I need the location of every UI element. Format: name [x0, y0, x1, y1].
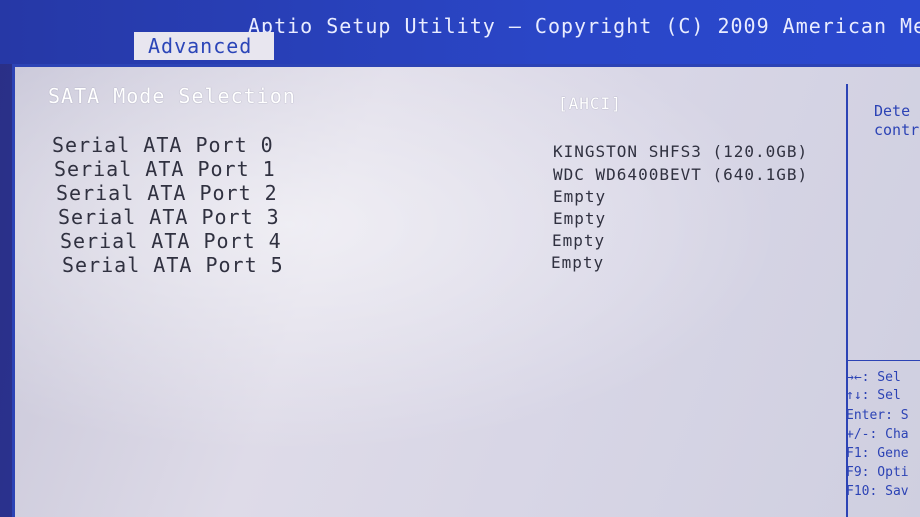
help-description-line-2: contr: [874, 121, 920, 139]
key-hint-enter: Enter: S: [846, 408, 909, 423]
port-4-label: Serial ATA Port 4: [60, 229, 282, 253]
port-5-value: Empty: [551, 253, 605, 272]
key-hint-select-item: ↑↓: Sel: [846, 388, 901, 403]
tab-advanced[interactable]: Advanced: [134, 32, 274, 60]
port-1-label: Serial ATA Port 1: [54, 157, 276, 181]
key-hint-f9: F9: Opti: [846, 465, 909, 480]
title-bar: Aptio Setup Utility – Copyright (C) 2009…: [0, 0, 920, 64]
sata-mode-label[interactable]: SATA Mode Selection: [48, 84, 296, 108]
settings-panel: [12, 64, 920, 517]
key-hint-select-screen: →←: Sel: [846, 370, 901, 385]
utility-title: Aptio Setup Utility – Copyright (C) 2009…: [248, 14, 920, 38]
port-2-label: Serial ATA Port 2: [56, 181, 278, 205]
bios-screen: Aptio Setup Utility – Copyright (C) 2009…: [0, 0, 920, 517]
key-hint-change: +/-: Cha: [846, 427, 909, 442]
help-description-line-1: Dete: [874, 102, 911, 120]
port-5-label: Serial ATA Port 5: [62, 253, 284, 277]
port-4-value: Empty: [552, 231, 606, 250]
port-1-value: WDC WD6400BEVT (640.1GB): [553, 165, 809, 184]
port-0-label: Serial ATA Port 0: [52, 133, 274, 157]
port-0-value: KINGSTON SHFS3 (120.0GB): [553, 142, 809, 161]
port-3-value: Empty: [553, 209, 607, 228]
key-hint-f1: F1: Gene: [846, 446, 909, 461]
port-2-value: Empty: [553, 187, 607, 206]
help-separator: [848, 360, 920, 361]
sata-mode-value[interactable]: [AHCI]: [558, 94, 622, 113]
key-hint-f10: F10: Sav: [846, 484, 909, 499]
port-3-label: Serial ATA Port 3: [58, 205, 280, 229]
